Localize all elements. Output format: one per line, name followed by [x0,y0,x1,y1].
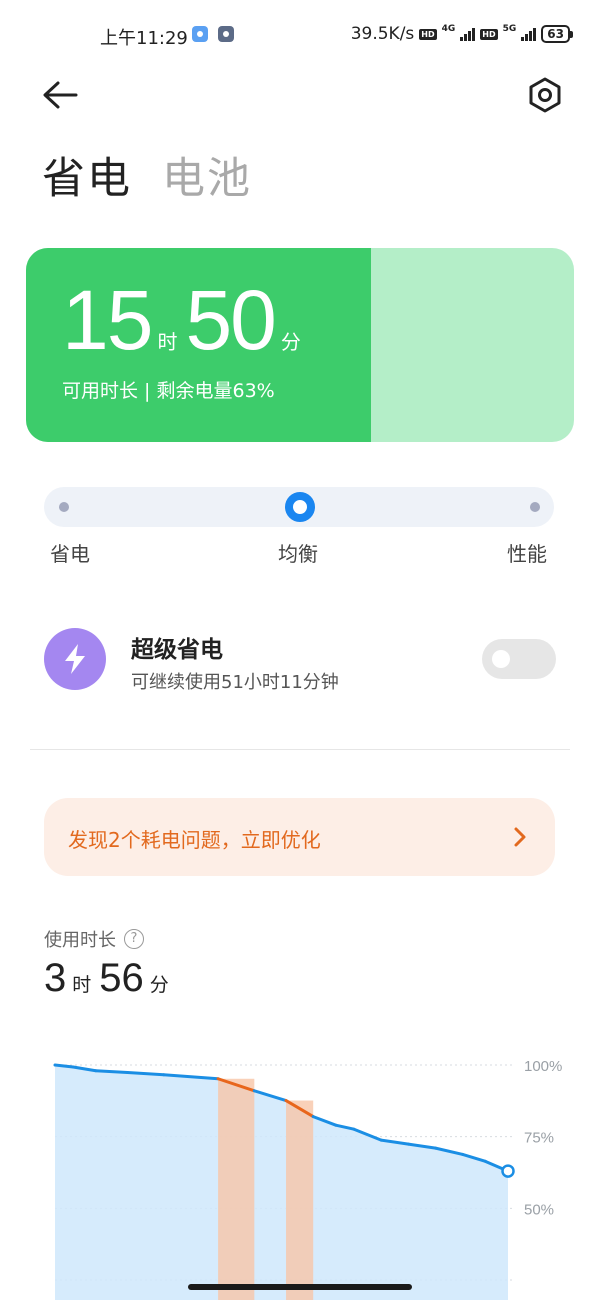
mode-dot-power-saving[interactable] [59,502,69,512]
hexagon-settings-icon [529,77,561,113]
chart-current-point [501,1164,515,1178]
mode-labels: 省电 均衡 性能 [0,538,600,568]
chevron-right-icon [514,827,526,847]
status-indicators: 39.5K/s HD 4G HD 5G 63 [350,24,573,44]
settings-notification-icon [218,26,234,42]
super-saver-row: 超级省电 可继续使用51小时11分钟 [44,628,556,693]
battery-status-card: 15 时 50 分 可用时长 | 剩余电量63% [26,248,574,442]
super-saver-title: 超级省电 [131,637,223,663]
home-indicator[interactable] [188,1284,412,1290]
network-speed: 39.5K/s [350,24,415,44]
signal-icon [460,27,476,41]
mode-dot-performance[interactable] [530,502,540,512]
usage-duration-label: 使用时长 ? [44,926,144,952]
battery-subtitle: 可用时长 | 剩余电量63% [62,380,275,402]
tab-bar: 省电 电池 [42,144,252,206]
chart-tick-label: 75% [524,1130,554,1147]
remaining-time: 15 时 50 分 [62,278,309,362]
power-mode-slider[interactable] [44,487,554,527]
arrow-left-icon [43,81,78,109]
chart-line-segment [94,1069,129,1074]
hd-badge: HD [419,28,437,40]
chart-line-segment [53,1063,75,1069]
toggle-knob [492,650,510,668]
super-saver-subtitle: 可继续使用51小时11分钟 [131,672,339,693]
chart-tick-label: 100% [524,1058,562,1075]
usage-duration-value: 3 时 56 分 [44,956,177,1001]
usage-label-text: 使用时长 [44,930,116,951]
hours-unit: 时 [157,330,178,354]
usage-hours-unit: 时 [72,974,92,996]
tab-power-saving[interactable]: 省电 [42,144,132,206]
app-notification-icon [192,26,208,42]
settings-button[interactable] [526,76,564,114]
minutes-unit: 分 [280,330,301,354]
status-time: 上午11:29 [100,28,188,49]
battery-level-chart: 100% 75% 50% [0,1040,600,1300]
battery-chart-svg: 100% 75% 50% [53,1058,562,1300]
remaining-minutes: 50 [185,273,276,367]
usage-minutes: 56 [99,956,144,1000]
mode-slider-knob[interactable] [285,492,315,522]
optimize-alert-banner[interactable]: 发现2个耗电问题，立即优化 [44,798,555,876]
super-saver-toggle[interactable] [482,639,556,679]
divider [30,749,570,750]
tab-battery[interactable]: 电池 [162,144,252,206]
network-type-label: 5G [502,24,517,34]
remaining-hours: 15 [62,273,153,367]
signal-icon [521,27,537,41]
chart-tick-label: 50% [524,1201,554,1218]
usage-hours: 3 [44,956,67,1000]
optimize-alert-text: 发现2个耗电问题，立即优化 [68,828,321,852]
battery-icon: 63 [541,25,573,43]
network-type-label: 4G [441,24,456,34]
chart-highlight-band [286,1100,314,1300]
lightning-bolt-icon [65,644,85,674]
mode-label-balanced[interactable]: 均衡 [278,538,318,567]
mode-label-power-saving[interactable]: 省电 [50,538,90,567]
usage-minutes-unit: 分 [149,974,169,996]
hd-badge: HD [480,28,498,40]
chart-highlight-band [218,1078,255,1300]
status-bar: 上午11:29 39.5K/s HD 4G HD 5G 63 [0,0,600,70]
super-saver-icon-container [44,628,106,690]
help-icon[interactable]: ? [124,929,144,949]
back-button[interactable] [40,78,80,112]
mode-label-performance[interactable]: 性能 [507,538,547,567]
